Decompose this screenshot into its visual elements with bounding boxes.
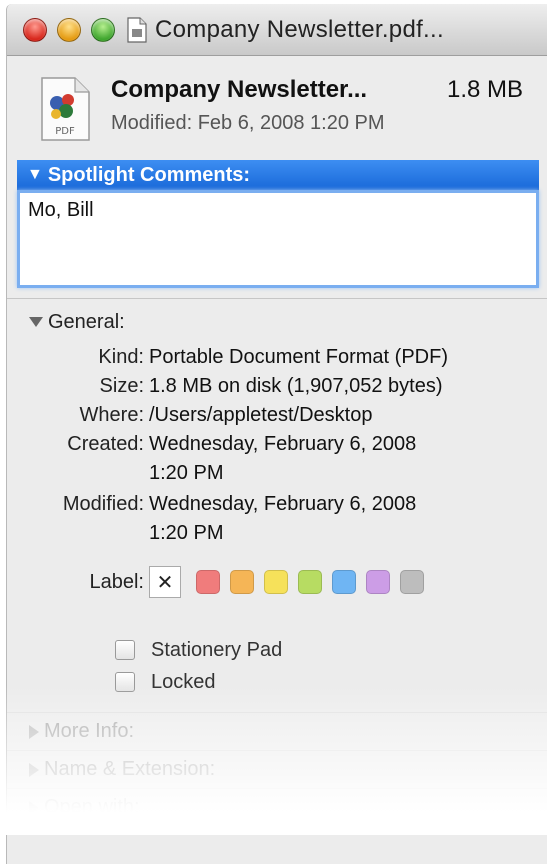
info-value-time: 1:20 PM — [149, 459, 529, 488]
info-row-modified: Modified: Wednesday, February 6, 2008 1:… — [7, 490, 547, 548]
window-title: Company Newsletter.pdf... — [155, 16, 444, 44]
info-row-created: Created: Wednesday, February 6, 2008 1:2… — [7, 430, 547, 488]
name-extension-title: Name & Extension: — [44, 758, 215, 781]
label-swatch-purple[interactable] — [366, 570, 390, 594]
label-row: Label: ✕ — [7, 566, 547, 598]
info-value: Wednesday, February 6, 2008 1:20 PM — [149, 490, 529, 548]
collapsed-sections: More Info: Name & Extension: Open with: — [7, 712, 547, 826]
info-key: Size: — [7, 372, 149, 401]
divider — [7, 298, 547, 299]
disclosure-right-icon — [29, 801, 39, 815]
label-swatch-yellow[interactable] — [264, 570, 288, 594]
label-key: Label: — [7, 571, 149, 594]
label-swatch-blue[interactable] — [332, 570, 356, 594]
info-row-kind: Kind: Portable Document Format (PDF) — [7, 343, 547, 372]
locked-option[interactable]: Locked — [115, 666, 547, 698]
info-row-size: Size: 1.8 MB on disk (1,907,052 bytes) — [7, 372, 547, 401]
label-swatch-orange[interactable] — [230, 570, 254, 594]
info-key: Where: — [7, 401, 149, 430]
info-key: Kind: — [7, 343, 149, 372]
options-checkboxes: Stationery Pad Locked — [7, 634, 547, 698]
info-value: 1.8 MB on disk (1,907,052 bytes) — [149, 372, 529, 401]
file-modified: Modified: Feb 6, 2008 1:20 PM — [111, 112, 385, 135]
info-value: Portable Document Format (PDF) — [149, 343, 529, 372]
general-section-title: General: — [48, 311, 125, 334]
file-name: Company Newsletter... — [111, 76, 367, 104]
label-none-button[interactable]: ✕ — [149, 566, 181, 598]
info-value: /Users/appletest/Desktop — [149, 401, 529, 430]
open-with-title: Open with: — [44, 796, 140, 819]
info-value: Wednesday, February 6, 2008 1:20 PM — [149, 430, 529, 488]
pdf-icon-label: PDF — [55, 126, 75, 137]
open-with-toggle[interactable]: Open with: — [7, 788, 547, 826]
label-swatch-gray[interactable] — [400, 570, 424, 594]
disclosure-right-icon — [29, 725, 39, 739]
more-info-title: More Info: — [44, 720, 134, 743]
general-info-table: Kind: Portable Document Format (PDF) Siz… — [7, 343, 547, 548]
disclosure-down-icon: ▼ — [27, 166, 43, 184]
label-swatch-green[interactable] — [298, 570, 322, 594]
stationery-pad-checkbox[interactable] — [115, 640, 135, 660]
info-key: Modified: — [7, 490, 149, 548]
locked-label: Locked — [151, 671, 216, 694]
document-proxy-icon[interactable] — [127, 17, 147, 43]
name-extension-toggle[interactable]: Name & Extension: — [7, 750, 547, 788]
info-value-date: Wednesday, February 6, 2008 — [149, 490, 529, 519]
disclosure-down-icon — [29, 317, 43, 327]
file-size: 1.8 MB — [447, 76, 523, 104]
general-section-toggle[interactable]: General: — [7, 305, 547, 339]
info-value-date: Wednesday, February 6, 2008 — [149, 430, 529, 459]
stationery-pad-option[interactable]: Stationery Pad — [115, 634, 547, 666]
disclosure-right-icon — [29, 763, 39, 777]
spotlight-comments-toggle[interactable]: ▼ Spotlight Comments: — [17, 160, 539, 190]
info-row-where: Where: /Users/appletest/Desktop — [7, 401, 547, 430]
close-button[interactable] — [23, 18, 47, 42]
more-info-toggle[interactable]: More Info: — [7, 712, 547, 750]
zoom-button[interactable] — [91, 18, 115, 42]
label-swatch-red[interactable] — [196, 570, 220, 594]
spotlight-comments-title: Spotlight Comments: — [48, 164, 250, 187]
minimize-button[interactable] — [57, 18, 81, 42]
pdf-file-icon: PDF — [39, 76, 91, 142]
info-key: Created: — [7, 430, 149, 488]
info-value-time: 1:20 PM — [149, 519, 529, 548]
title-bar[interactable]: Company Newsletter.pdf... — [7, 4, 547, 56]
locked-checkbox[interactable] — [115, 672, 135, 692]
spotlight-comments-field[interactable]: Mo, Bill — [17, 190, 539, 288]
info-window: Company Newsletter.pdf... PDF Company Ne… — [6, 4, 547, 864]
stationery-pad-label: Stationery Pad — [151, 639, 282, 662]
file-header: PDF Company Newsletter... 1.8 MB Modifie… — [7, 56, 547, 160]
